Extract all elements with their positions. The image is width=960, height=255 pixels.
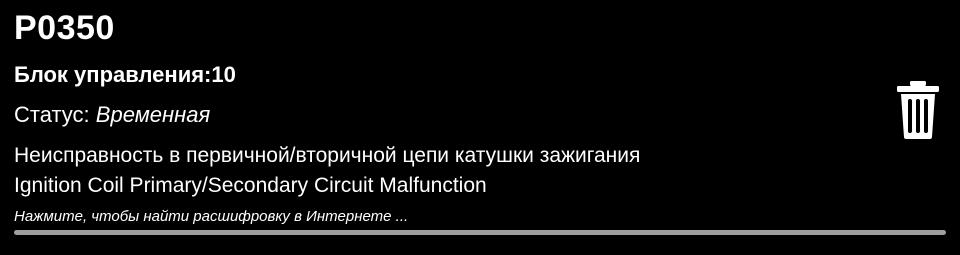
status-label: Статус: [14,102,90,127]
description-en: Ignition Coil Primary/Secondary Circuit … [14,174,487,197]
divider [14,230,946,235]
delete-button[interactable] [895,80,941,140]
search-online-link[interactable]: Нажмите, чтобы найти расшифровку в Интер… [14,207,408,227]
status-value: Временная [95,102,211,127]
status-line: Статус: Временная [14,101,210,129]
description-ru: Неисправность в первичной/вторичной цепи… [14,144,641,167]
dtc-code: P0350 [14,9,115,47]
dtc-card[interactable]: P0350 Блок управления:10 Статус: Временн… [0,0,960,255]
control-unit-label: Блок управления:10 [14,62,236,87]
trash-icon [897,81,939,139]
